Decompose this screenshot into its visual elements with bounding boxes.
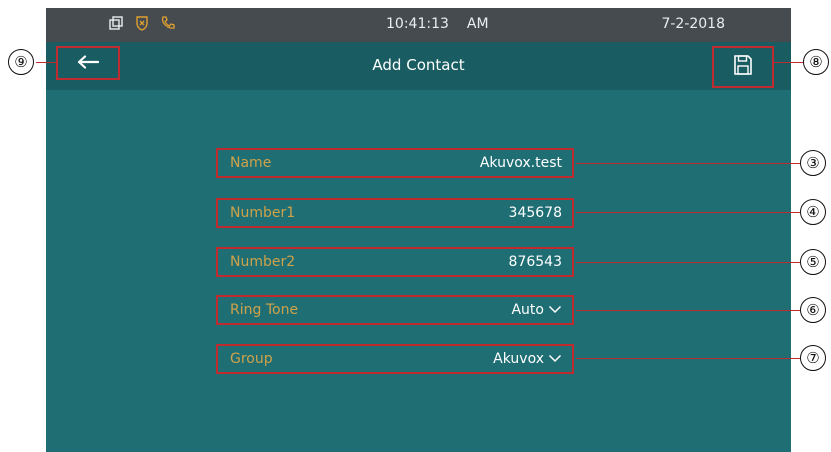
name-field[interactable]: Name Akuvox.test bbox=[216, 148, 574, 178]
callout-group: ⑦ bbox=[800, 345, 826, 371]
page-title: Add Contact bbox=[372, 56, 465, 74]
name-leader-line bbox=[576, 163, 800, 164]
group-value: Akuvox bbox=[493, 351, 544, 367]
name-label: Name bbox=[230, 155, 272, 171]
number2-value: 876543 bbox=[508, 254, 562, 270]
status-time: 10:41:13 AM bbox=[386, 16, 489, 32]
number2-leader-line bbox=[576, 262, 800, 263]
clock-time: 10:41:13 bbox=[386, 16, 449, 32]
group-leader-line bbox=[576, 358, 800, 359]
save-leader-line bbox=[774, 62, 804, 63]
ring-tone-dropdown[interactable]: Ring Tone Auto bbox=[216, 295, 574, 325]
callout-ring-tone: ⑥ bbox=[800, 297, 826, 323]
save-button[interactable] bbox=[712, 46, 774, 88]
phone-icon bbox=[160, 15, 176, 35]
ring-tone-label: Ring Tone bbox=[230, 302, 299, 318]
chevron-down-icon bbox=[548, 351, 562, 367]
number1-field[interactable]: Number1 345678 bbox=[216, 198, 574, 228]
callout-name: ③ bbox=[800, 150, 826, 176]
group-label: Group bbox=[230, 351, 273, 367]
number2-label: Number2 bbox=[230, 254, 296, 270]
ring-tone-value: Auto bbox=[511, 302, 544, 318]
name-value: Akuvox.test bbox=[479, 155, 562, 171]
callout-save: ⑧ bbox=[803, 49, 829, 75]
back-leader-line bbox=[36, 62, 56, 63]
status-date: 7-2-2018 bbox=[661, 16, 725, 32]
clock-ampm: AM bbox=[466, 16, 489, 32]
windows-icon bbox=[108, 15, 124, 35]
title-bar: Add Contact bbox=[46, 42, 791, 90]
group-dropdown[interactable]: Group Akuvox bbox=[216, 344, 574, 374]
callout-back: ⑨ bbox=[8, 49, 34, 75]
floppy-disk-icon bbox=[733, 54, 753, 80]
number1-label: Number1 bbox=[230, 205, 296, 221]
device-screen: 10:41:13 AM 7-2-2018 Add Contact Name Ak… bbox=[46, 8, 791, 452]
status-icons bbox=[108, 15, 176, 35]
callout-number2: ⑤ bbox=[800, 249, 826, 275]
number1-leader-line bbox=[576, 212, 800, 213]
chevron-down-icon bbox=[548, 302, 562, 318]
callout-number1: ④ bbox=[800, 199, 826, 225]
number1-value: 345678 bbox=[508, 205, 562, 221]
shield-icon bbox=[134, 15, 150, 35]
status-bar: 10:41:13 AM 7-2-2018 bbox=[46, 8, 791, 42]
ring-tone-leader-line bbox=[576, 310, 800, 311]
number2-field[interactable]: Number2 876543 bbox=[216, 247, 574, 277]
